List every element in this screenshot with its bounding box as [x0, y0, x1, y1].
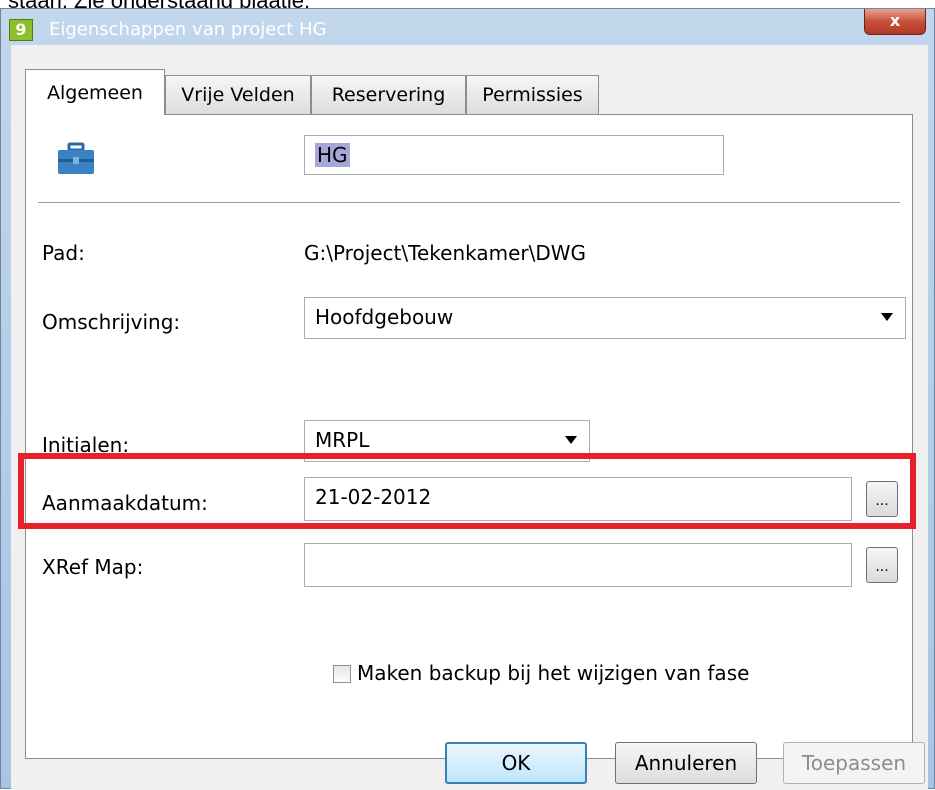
- dialog-body: Algemeen Vrije Velden Reservering Permis…: [11, 45, 928, 790]
- highlight-annotation: [18, 453, 916, 529]
- xref-map-browse-button[interactable]: ...: [866, 547, 898, 583]
- title-bar[interactable]: 9 Eigenschappen van project HG x: [1, 9, 934, 45]
- path-label: Pad:: [42, 241, 85, 265]
- cancel-button[interactable]: Annuleren: [615, 742, 757, 784]
- description-dropdown[interactable]: Hoofdgebouw: [304, 297, 906, 339]
- chevron-down-icon: [881, 313, 893, 321]
- path-value: G:\Project\Tekenkamer\DWG: [304, 241, 587, 265]
- apply-button[interactable]: Toepassen: [783, 742, 925, 784]
- tab-panel-algemeen: HG Pad: G:\Project\Tekenkamer\DWG Omschr…: [25, 114, 913, 759]
- backup-label: Maken backup bij het wijzigen van fase: [357, 661, 750, 685]
- app-logo-icon: 9: [9, 19, 33, 41]
- tab-permissies[interactable]: Permissies: [466, 75, 599, 115]
- chevron-down-icon: [565, 436, 577, 444]
- xref-map-label: XRef Map:: [42, 555, 144, 579]
- separator: [38, 202, 900, 203]
- project-name-input[interactable]: HG: [304, 135, 724, 175]
- briefcase-icon: [58, 142, 94, 174]
- window-title: Eigenschappen van project HG: [49, 19, 327, 40]
- project-name-value: HG: [315, 143, 350, 167]
- tab-algemeen[interactable]: Algemeen: [25, 69, 165, 115]
- description-value: Hoofdgebouw: [315, 305, 454, 329]
- properties-dialog: 9 Eigenschappen van project HG x Algemee…: [0, 8, 935, 790]
- initials-value: MRPL: [315, 428, 370, 452]
- tab-reservering[interactable]: Reservering: [311, 75, 466, 115]
- xref-map-input[interactable]: [304, 543, 852, 587]
- description-label: Omschrijving:: [42, 310, 181, 334]
- ok-button[interactable]: OK: [445, 742, 587, 784]
- backup-checkbox[interactable]: [333, 665, 351, 683]
- close-button[interactable]: x: [864, 9, 926, 35]
- tab-vrije-velden[interactable]: Vrije Velden: [165, 75, 311, 115]
